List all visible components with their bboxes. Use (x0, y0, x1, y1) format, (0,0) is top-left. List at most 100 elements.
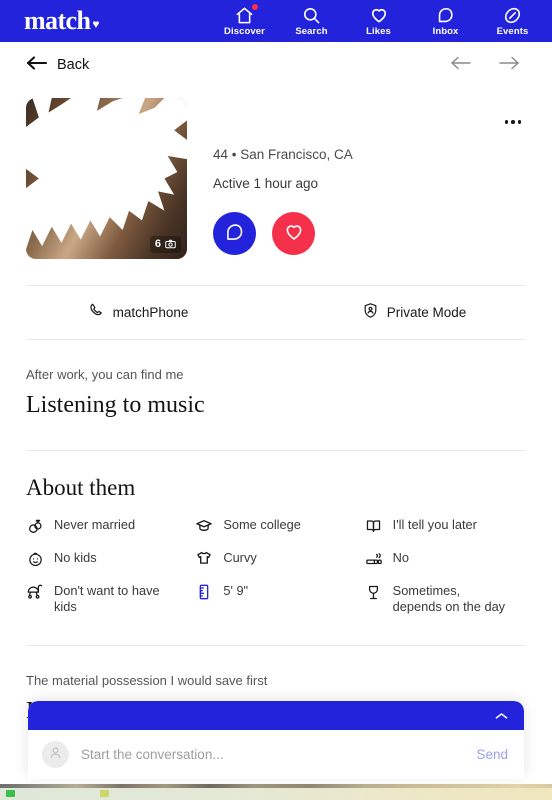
avatar (42, 741, 69, 768)
prompt-question: The material possession I would save fir… (26, 673, 268, 689)
about-label-wants-kids: Don't want to have kids (54, 583, 160, 615)
previous-profile-button[interactable] (450, 56, 472, 75)
about-label-religion: I'll tell you later (392, 517, 477, 533)
stroller-icon (26, 583, 44, 601)
app-viewport: match ♥ Discover Search Likes Inbox Even… (0, 0, 552, 800)
nav-item-events[interactable]: Events (479, 5, 546, 37)
about-item-height: 5' 9" (195, 583, 356, 615)
ticket-icon (503, 5, 523, 25)
matchphone-label: matchPhone (112, 305, 189, 320)
profile-name (213, 102, 526, 128)
about-item-education: Some college (195, 517, 356, 535)
send-button[interactable]: Send (476, 747, 508, 762)
next-profile-button[interactable] (498, 56, 520, 75)
about-item-wants-kids: Don't want to have kids (26, 583, 187, 615)
about-attributes-grid: Never married Some college I'll tell you… (26, 517, 526, 615)
open-book-icon (365, 517, 383, 535)
prompt-answer: Listening to music (26, 392, 205, 419)
arrow-left-icon (26, 55, 48, 75)
about-label-marital-status: Never married (54, 517, 136, 533)
chat-dock-header[interactable] (28, 701, 524, 730)
home-icon (235, 4, 258, 25)
kebab-menu-icon (511, 120, 515, 124)
profile-scroll-content[interactable]: 6 44 • San Francisco, CA Active 1 hour a… (0, 88, 552, 800)
camera-icon (165, 236, 176, 254)
graduation-cap-icon (195, 517, 213, 535)
taskbar-icon[interactable] (100, 790, 109, 797)
about-label-drinking: Sometimes, depends on the day (392, 583, 506, 615)
wine-glass-icon (365, 583, 383, 601)
logo-wordmark: match (24, 6, 91, 35)
chat-message-input[interactable] (81, 747, 465, 762)
top-navigation-bar: match ♥ Discover Search Likes Inbox Even… (0, 0, 552, 42)
taskbar-icon[interactable] (6, 790, 15, 797)
top-nav-items: Discover Search Likes Inbox Events (211, 4, 552, 38)
ruler-icon (195, 583, 213, 601)
about-item-drinking: Sometimes, depends on the day (365, 583, 526, 615)
chat-dock: Send (28, 701, 524, 779)
nav-label-discover: Discover (224, 26, 265, 38)
rings-icon (26, 517, 44, 535)
nav-item-likes[interactable]: Likes (345, 5, 412, 37)
back-button[interactable]: Back (26, 55, 90, 75)
kebab-menu-icon (504, 120, 509, 124)
about-section-title: About them (26, 475, 136, 501)
nav-label-events: Events (496, 26, 529, 38)
back-label: Back (57, 57, 90, 73)
about-item-smoking: No (365, 550, 526, 568)
logo-heart-icon: ♥ (92, 17, 99, 31)
message-button[interactable] (213, 212, 256, 256)
person-icon (48, 745, 63, 765)
nav-item-inbox[interactable]: Inbox (412, 5, 479, 37)
about-label-education: Some college (223, 517, 301, 533)
shield-person-icon (362, 302, 379, 324)
search-icon (302, 5, 322, 25)
chat-bubble-icon (224, 222, 245, 246)
profile-pager (450, 56, 520, 75)
private-mode-button[interactable]: Private Mode (276, 286, 552, 339)
private-mode-label: Private Mode (386, 305, 467, 320)
nav-item-discover[interactable]: Discover (211, 4, 278, 38)
os-taskbar (0, 788, 552, 800)
profile-summary: 44 • San Francisco, CA Active 1 hour ago (187, 98, 526, 259)
about-label-body-type: Curvy (223, 550, 257, 566)
photo-count-label: 6 (154, 238, 161, 250)
match-logo[interactable]: match ♥ (24, 8, 99, 34)
heart-icon (283, 221, 305, 246)
about-label-height: 5' 9" (223, 583, 249, 599)
chevron-up-icon (495, 707, 508, 725)
about-item-religion: I'll tell you later (365, 517, 526, 535)
heart-icon (369, 5, 389, 25)
about-label-has-kids: No kids (54, 550, 97, 566)
profile-action-buttons (213, 212, 526, 256)
nav-label-inbox: Inbox (432, 26, 459, 38)
kebab-menu-icon (517, 120, 522, 124)
about-item-has-kids: No kids (26, 550, 187, 568)
back-bar: Back (0, 42, 552, 88)
about-item-body-type: Curvy (195, 550, 356, 568)
about-label-smoking: No (392, 550, 410, 566)
prompt-card: After work, you can find me Listening to… (0, 340, 552, 420)
profile-activity-status: Active 1 hour ago (213, 175, 319, 191)
profile-age-location: 44 • San Francisco, CA (213, 147, 353, 162)
about-section: About them Never married Some college I'… (0, 451, 552, 615)
phone-handset-icon (88, 302, 105, 324)
like-button[interactable] (272, 212, 315, 256)
chat-composer: Send (28, 730, 524, 779)
baby-face-icon (26, 550, 44, 568)
about-item-marital-status: Never married (26, 517, 187, 535)
nav-label-likes: Likes (366, 26, 391, 38)
nav-label-search: Search (295, 26, 328, 38)
discover-notification-badge (251, 4, 258, 11)
matchphone-button[interactable]: matchPhone (0, 286, 276, 339)
prompt-question: After work, you can find me (26, 367, 184, 382)
tshirt-icon (195, 550, 213, 568)
chat-bubble-icon (436, 5, 456, 25)
feature-row: matchPhone Private Mode (0, 286, 552, 339)
profile-overflow-menu-button[interactable] (500, 112, 526, 132)
nav-item-search[interactable]: Search (278, 5, 345, 37)
profile-photo[interactable]: 6 (26, 98, 187, 259)
cigarette-icon (365, 550, 383, 568)
profile-header: 6 44 • San Francisco, CA Active 1 hour a… (0, 88, 552, 259)
photo-count-badge: 6 (149, 236, 181, 254)
